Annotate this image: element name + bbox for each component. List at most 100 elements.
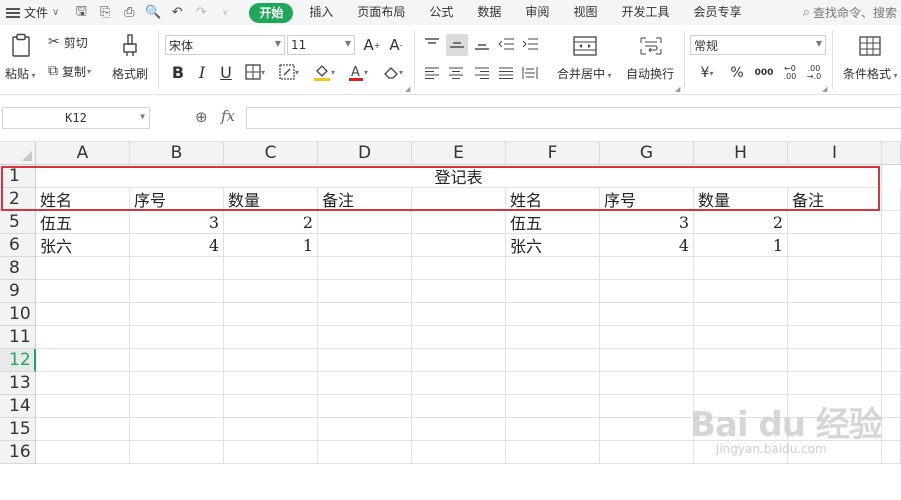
cell-b15[interactable] — [130, 418, 224, 441]
cell-e6[interactable] — [412, 234, 506, 257]
cell-filler[interactable] — [882, 303, 901, 326]
cell-b13[interactable] — [130, 372, 224, 395]
cell-g13[interactable] — [600, 372, 694, 395]
cell-a15[interactable] — [36, 418, 130, 441]
justify-icon[interactable] — [496, 64, 516, 82]
cell-c10[interactable] — [224, 303, 318, 326]
column-header-a[interactable]: A — [36, 142, 130, 165]
cell-b11[interactable] — [130, 326, 224, 349]
font-size-select[interactable]: 11 ▼ — [287, 35, 355, 55]
cell-f10[interactable] — [506, 303, 600, 326]
paste-button[interactable]: 粘贴 ▾ — [5, 65, 36, 82]
column-header-f[interactable]: F — [506, 142, 600, 165]
cell-b12[interactable] — [130, 349, 224, 372]
percent-button[interactable]: % — [727, 64, 747, 82]
tab-5[interactable]: 审阅 — [513, 0, 561, 25]
column-header-e[interactable]: E — [412, 142, 506, 165]
wrap-text-icon[interactable] — [638, 34, 664, 58]
cell-c2[interactable]: 数量 — [224, 188, 318, 211]
cell-c12[interactable] — [224, 349, 318, 372]
row-header-9[interactable]: 9 — [0, 280, 36, 303]
cell-filler[interactable] — [882, 372, 901, 395]
paste-icon[interactable] — [8, 31, 34, 59]
cell-g14[interactable] — [600, 395, 694, 418]
cell-i8[interactable] — [788, 257, 882, 280]
cell-a5[interactable]: 伍五 — [36, 211, 130, 234]
cell-i9[interactable] — [788, 280, 882, 303]
number-format-select[interactable]: 常规 ▼ — [690, 35, 826, 55]
cell-style-icon[interactable]: ▾ — [275, 62, 303, 82]
quick-access-more-icon[interactable]: ∨ — [217, 5, 233, 21]
bold-icon[interactable]: B — [169, 62, 187, 82]
row-header-16[interactable]: 16 — [0, 441, 36, 464]
cell-d12[interactable] — [318, 349, 412, 372]
conditional-format-button[interactable]: 条件格式 ▾ — [843, 65, 898, 82]
cell-e9[interactable] — [412, 280, 506, 303]
increase-indent-icon[interactable] — [520, 35, 540, 53]
align-left-icon[interactable] — [422, 64, 442, 82]
row-header-1[interactable]: 1 — [0, 165, 36, 188]
column-header-b[interactable]: B — [130, 142, 224, 165]
cell-b8[interactable] — [130, 257, 224, 280]
row-header-15[interactable]: 15 — [0, 418, 36, 441]
eraser-icon[interactable]: ▾ — [378, 62, 408, 82]
copy-button[interactable]: ⧉ 复制 ▾ — [48, 63, 91, 79]
tab-4[interactable]: 数据 — [465, 0, 513, 25]
file-menu-button[interactable]: 文件 ∨ — [0, 0, 65, 25]
redo-icon[interactable]: ↷ — [193, 5, 209, 21]
row-header-2[interactable]: 2 — [0, 188, 36, 211]
cell-g6[interactable]: 4 — [600, 234, 694, 257]
cell-i6[interactable] — [788, 234, 882, 257]
cell-d10[interactable] — [318, 303, 412, 326]
increase-decimal-icon[interactable]: ←0.00 — [779, 62, 801, 84]
cell-a13[interactable] — [36, 372, 130, 395]
cell-i16[interactable] — [788, 441, 882, 464]
cell-g16[interactable] — [600, 441, 694, 464]
cell-d14[interactable] — [318, 395, 412, 418]
cell-c16[interactable] — [224, 441, 318, 464]
distributed-align-icon[interactable] — [520, 64, 540, 82]
cell-f12[interactable] — [506, 349, 600, 372]
tab-7[interactable]: 开发工具 — [609, 0, 681, 25]
cell-filler[interactable] — [882, 280, 901, 303]
border-icon[interactable]: ▾ — [241, 62, 269, 82]
cell-c15[interactable] — [224, 418, 318, 441]
select-all-corner[interactable] — [0, 142, 36, 165]
cell-d13[interactable] — [318, 372, 412, 395]
spreadsheet-grid[interactable]: ABCDEFGHI 1 2 5 6 8 9 10 11 12 13 14 15 16 登记表 姓名 序号 数量… — [0, 142, 901, 500]
cell-h5[interactable]: 2 — [694, 211, 788, 234]
group-expander-icon[interactable]: ◢ — [675, 85, 680, 93]
cell-e14[interactable] — [412, 395, 506, 418]
cell-h16[interactable] — [694, 441, 788, 464]
cell-i13[interactable] — [788, 372, 882, 395]
fill-color-icon[interactable]: ▾ — [309, 62, 339, 82]
decrease-decimal-icon[interactable]: .00 →.0 — [803, 62, 825, 84]
tab-2[interactable]: 页面布局 — [345, 0, 417, 25]
cell-h15[interactable] — [694, 418, 788, 441]
cell-f6[interactable]: 张六 — [506, 234, 600, 257]
align-bottom-icon[interactable] — [472, 35, 492, 53]
merge-center-button[interactable]: 合并居中 ▾ — [557, 65, 612, 82]
tab-6[interactable]: 视图 — [561, 0, 609, 25]
row-header-14[interactable]: 14 — [0, 395, 36, 418]
save-icon[interactable]: 🖫 — [73, 4, 89, 21]
cell-a10[interactable] — [36, 303, 130, 326]
cell-h11[interactable] — [694, 326, 788, 349]
cell-i12[interactable] — [788, 349, 882, 372]
merge-center-icon[interactable] — [572, 34, 598, 58]
decrease-font-icon[interactable]: A- — [387, 35, 405, 55]
cell-c8[interactable] — [224, 257, 318, 280]
font-color-icon[interactable]: A ▾ — [345, 62, 371, 82]
cell-f13[interactable] — [506, 372, 600, 395]
cell-a14[interactable] — [36, 395, 130, 418]
cell-i2[interactable]: 备注 — [788, 188, 882, 211]
cell-h9[interactable] — [694, 280, 788, 303]
cell-g11[interactable] — [600, 326, 694, 349]
cell-c14[interactable] — [224, 395, 318, 418]
cell-filler[interactable] — [882, 395, 901, 418]
auto-wrap-button[interactable]: 自动换行 — [626, 65, 674, 82]
cell-b5[interactable]: 3 — [130, 211, 224, 234]
cell-b16[interactable] — [130, 441, 224, 464]
cell-b2[interactable]: 序号 — [130, 188, 224, 211]
cell-h12[interactable] — [694, 349, 788, 372]
